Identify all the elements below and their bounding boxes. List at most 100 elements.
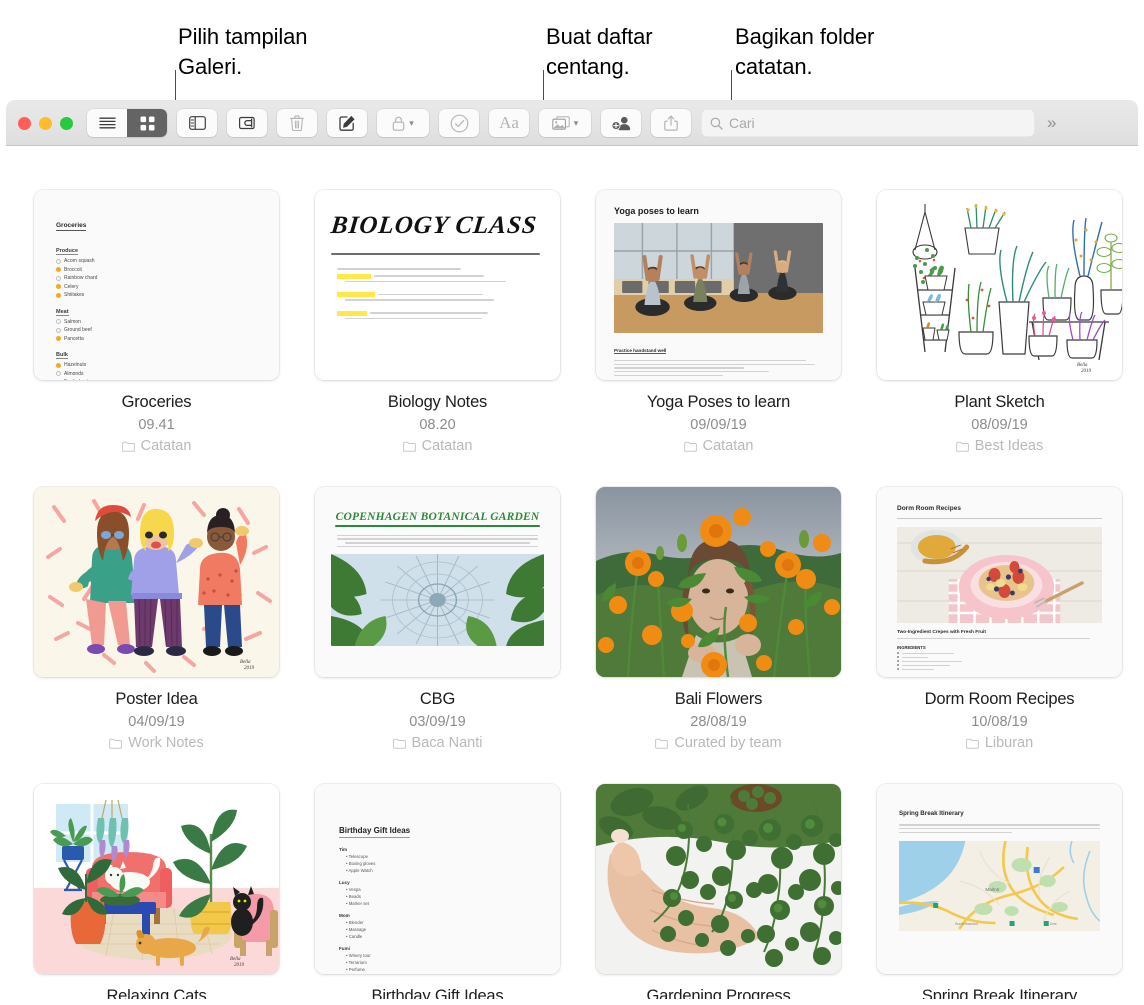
poster-idea-art: Bella2019 [34, 487, 279, 677]
birthday-item: • Beads [346, 893, 560, 900]
note-folder-label: Curated by team [674, 735, 781, 751]
svg-text:Malmö: Malmö [985, 887, 999, 892]
dorm-note-heading: Dorm Room Recipes [897, 505, 1102, 512]
note-card[interactable]: Bella2019 Poster Idea 04/09/19 Work Note… [34, 487, 279, 751]
note-folder-label: Liburan [985, 735, 1033, 751]
note-title: Poster Idea [34, 690, 279, 709]
checkmark-circle-icon [450, 114, 469, 133]
dorm-photo [897, 527, 1102, 623]
birthday-item: • Blender [346, 919, 560, 926]
note-thumbnail-plant-sketch[interactable]: Bella2019 [877, 190, 1122, 380]
note-thumbnail-dorm-recipes[interactable]: Dorm Room Recipes [877, 487, 1122, 677]
checkbox-icon [56, 319, 61, 324]
note-title: Yoga Poses to learn [596, 393, 841, 412]
groceries-note-title: Groceries [56, 222, 86, 231]
note-thumbnail-groceries[interactable]: Groceries Produce Acorn squash Broccoli … [34, 190, 279, 380]
note-card[interactable]: Dorm Room Recipes [877, 487, 1122, 751]
note-thumbnail-gardening-progress[interactable] [596, 784, 841, 974]
share-button[interactable] [651, 109, 691, 137]
note-thumbnail-cbg[interactable]: COPENHAGEN BOTANICAL GARDEN [315, 487, 560, 677]
birthday-group-name: Mom [339, 913, 560, 918]
sidebar-toggle-button[interactable] [177, 109, 217, 137]
note-card[interactable]: BIOLOGY CLASS [315, 190, 560, 454]
svg-text:Bella: Bella [240, 660, 251, 665]
note-card[interactable]: Yoga poses to learn [596, 190, 841, 454]
birthday-item: • Apple Watch [346, 867, 560, 874]
list-view-button[interactable] [87, 109, 127, 137]
note-card[interactable]: Gardening Progress [596, 784, 841, 999]
compose-icon [339, 115, 356, 131]
checkbox-icon [56, 276, 61, 281]
callout-share-folder: Bagikan folder catatan. [735, 22, 874, 82]
note-date: 08/09/19 [877, 417, 1122, 433]
note-folder: Curated by team [596, 735, 841, 751]
birthday-note-title: Birthday Gift Ideas [339, 826, 410, 838]
checklist-item: Salmon [56, 318, 279, 327]
note-date: 04/09/19 [34, 714, 279, 730]
note-meta: Biology Notes 08.20 Catatan [315, 380, 560, 454]
note-thumbnail-biology[interactable]: BIOLOGY CLASS [315, 190, 560, 380]
note-folder-label: Work Notes [128, 735, 203, 751]
checklist-item: Ground beef [56, 326, 279, 335]
toolbar-overflow-button[interactable]: » [1043, 113, 1058, 133]
groceries-section-heading: Meat [56, 309, 69, 316]
new-note-button[interactable] [327, 109, 367, 137]
note-card[interactable]: Groceries Produce Acorn squash Broccoli … [34, 190, 279, 454]
note-meta: Poster Idea 04/09/19 Work Notes [34, 677, 279, 751]
search-placeholder: Cari [729, 115, 755, 131]
gallery-view-button[interactable] [127, 109, 167, 137]
checklist-item: Celery [56, 283, 279, 292]
note-card[interactable]: Bella2019 Plant Sketch 08/09/19 Best Ide… [877, 190, 1122, 454]
folder-icon [684, 441, 697, 452]
svg-text:Bunkeflostrand: Bunkeflostrand [955, 922, 978, 926]
note-thumbnail-spring-break[interactable]: Spring Break Itinerary [877, 784, 1122, 974]
share-icon [664, 115, 678, 131]
search-field[interactable]: Cari [701, 109, 1035, 137]
gardening-progress-photo [596, 784, 841, 974]
svg-text:2019: 2019 [244, 666, 255, 671]
note-date: 09/09/19 [596, 417, 841, 433]
delete-note-button[interactable] [277, 109, 317, 137]
checklist-item: Hazelnuts [56, 361, 279, 370]
note-meta: CBG 03/09/19 Baca Nanti [315, 677, 560, 751]
add-person-icon [611, 116, 631, 131]
note-card[interactable]: Spring Break Itinerary [877, 784, 1122, 999]
attachments-button[interactable] [227, 109, 267, 137]
close-button[interactable] [18, 117, 31, 130]
maximize-button[interactable] [60, 117, 73, 130]
note-date: 10/08/19 [877, 714, 1122, 730]
note-thumbnail-bali-flowers[interactable] [596, 487, 841, 677]
note-thumbnail-birthday-gift-ideas[interactable]: Birthday Gift Ideas Tim • Telescope • Bo… [315, 784, 560, 974]
note-thumbnail-poster-idea[interactable]: Bella2019 [34, 487, 279, 677]
checklist-item: Shiitakes [56, 291, 279, 300]
note-date: 03/09/19 [315, 714, 560, 730]
checkbox-icon [56, 267, 61, 272]
window-controls [18, 117, 73, 130]
checkbox-icon [56, 293, 61, 298]
folder-icon [109, 738, 122, 749]
cbg-note-heading: COPENHAGEN BOTANICAL GARDEN [331, 511, 544, 523]
note-card[interactable]: COPENHAGEN BOTANICAL GARDEN [315, 487, 560, 751]
note-folder-label: Baca Nanti [412, 735, 483, 751]
chevron-down-icon: ▾ [409, 118, 414, 129]
birthday-item: • Candle [346, 933, 560, 940]
lock-note-button[interactable]: ▾ [377, 109, 429, 137]
checklist-item: Broccoli [56, 266, 279, 275]
note-folder: Work Notes [34, 735, 279, 751]
note-card[interactable]: Birthday Gift Ideas Tim • Telescope • Bo… [315, 784, 560, 999]
share-folder-button[interactable] [601, 109, 641, 137]
add-media-button[interactable]: ▾ [539, 109, 591, 137]
checklist-button[interactable] [439, 109, 479, 137]
svg-text:2019: 2019 [1081, 369, 1092, 374]
note-card[interactable]: Bella2019 Relaxing Cats [34, 784, 279, 999]
groceries-section-heading: Bulk [56, 352, 68, 359]
note-thumbnail-yoga[interactable]: Yoga poses to learn [596, 190, 841, 380]
checkbox-icon [56, 363, 61, 368]
minimize-button[interactable] [39, 117, 52, 130]
media-icon [552, 116, 570, 131]
birthday-item: • Marker set [346, 900, 560, 907]
note-thumbnail-relaxing-cats[interactable]: Bella2019 [34, 784, 279, 974]
lock-icon [392, 116, 405, 131]
note-card[interactable]: Bali Flowers 28/08/19 Curated by team [596, 487, 841, 751]
format-button[interactable]: Aa [489, 109, 529, 137]
